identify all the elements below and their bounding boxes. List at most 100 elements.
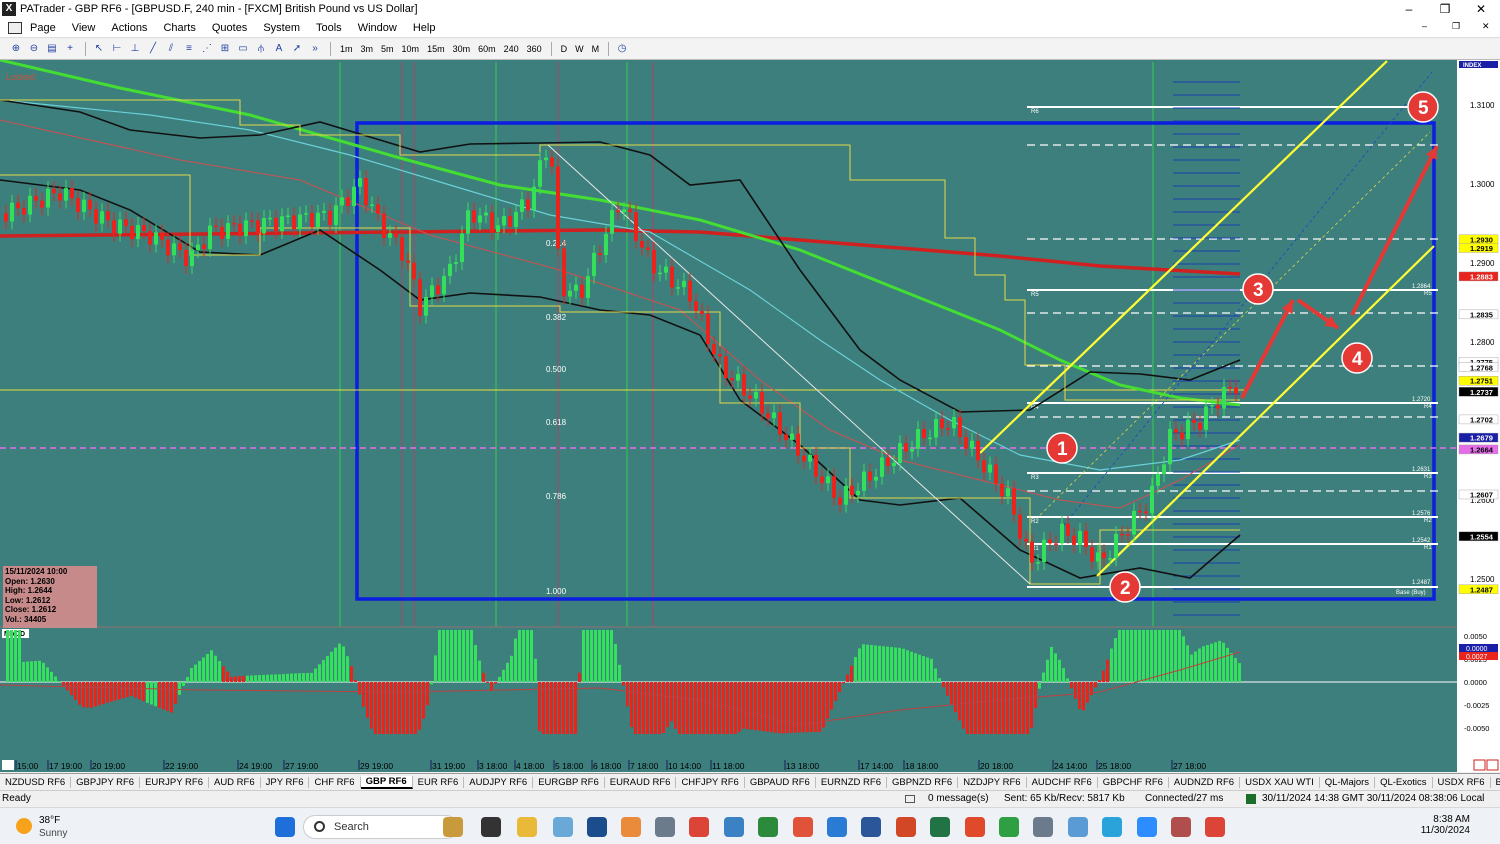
fib-fan-icon[interactable]: ⋰ [199, 42, 215, 56]
powerpoint-icon[interactable] [896, 817, 916, 837]
menu-actions[interactable]: Actions [103, 22, 155, 34]
price-chart[interactable]: INDEX1.31001.30001.29001.28001.27001.260… [0, 60, 1500, 772]
menu-help[interactable]: Help [405, 22, 444, 34]
timeframe-360[interactable]: 360 [527, 44, 542, 54]
menu-system[interactable]: System [255, 22, 308, 34]
weather-condition[interactable]: Sunny [39, 828, 67, 839]
tab-jpy-rf6[interactable]: JPY RF6 [261, 776, 310, 788]
trading-icon[interactable] [758, 817, 778, 837]
tab-eurgbp-rf6[interactable]: EURGBP RF6 [533, 776, 605, 788]
tab-chfjpy-rf6[interactable]: CHFJPY RF6 [676, 776, 745, 788]
timeframe-M[interactable]: M [592, 44, 600, 54]
mail-app-icon[interactable] [1171, 817, 1191, 837]
timeframe-10m[interactable]: 10m [402, 44, 420, 54]
tab-usdx-rf6[interactable]: USDX RF6 [1433, 776, 1491, 788]
tab-audnzd-rf6[interactable]: AUDNZD RF6 [1169, 776, 1241, 788]
app-s-blue-icon[interactable] [827, 817, 847, 837]
folder-icon[interactable] [517, 817, 537, 837]
tab-gbpaud-rf6[interactable]: GBPAUD RF6 [745, 776, 816, 788]
zoom-out-icon[interactable]: ⊖ [26, 42, 42, 56]
tab-gbpnzd-rf6[interactable]: GBPNZD RF6 [887, 776, 959, 788]
mdi-minimize-button[interactable]: – [1422, 21, 1427, 31]
cursor-icon[interactable]: ↖ [91, 42, 107, 56]
tab-usdx-xau-wti[interactable]: USDX XAU WTI [1240, 776, 1320, 788]
tab-eurnzd-rf6[interactable]: EURNZD RF6 [816, 776, 887, 788]
tab-audchf-rf6[interactable]: AUDCHF RF6 [1027, 776, 1098, 788]
timeframe-1m[interactable]: 1m [340, 44, 353, 54]
hline-icon[interactable]: ⊢ [109, 42, 125, 56]
excel-icon[interactable] [930, 817, 950, 837]
zoom-in-icon[interactable]: ⊕ [8, 42, 24, 56]
system-clock[interactable]: 8:38 AM 11/30/2024 [1421, 814, 1470, 836]
rectangle-icon[interactable]: ▭ [235, 42, 251, 56]
tab-gbp-rf6[interactable]: GBP RF6 [360, 775, 413, 789]
status-messages[interactable]: 0 message(s) [928, 793, 989, 804]
tab-nzdjpy-rf6[interactable]: NZDJPY RF6 [958, 776, 1027, 788]
gann-icon[interactable]: ⊞ [217, 42, 233, 56]
tab-ql-exotics[interactable]: QL-Exotics [1375, 776, 1433, 788]
menu-page[interactable]: Page [22, 22, 64, 34]
chart-area[interactable]: INDEX1.31001.30001.29001.28001.27001.260… [0, 60, 1500, 772]
crosshair-icon[interactable]: + [62, 42, 78, 56]
sun-icon[interactable] [16, 818, 32, 834]
text-icon[interactable]: A [271, 42, 287, 56]
start-icon[interactable] [275, 817, 295, 837]
pitchfork-icon[interactable]: ⫛ [253, 42, 269, 56]
tab-eur-rf6[interactable]: EUR RF6 [413, 776, 465, 788]
taskbar-search[interactable]: Search [303, 815, 458, 839]
tab-gbpchf-rf6[interactable]: GBPCHF RF6 [1098, 776, 1169, 788]
vline-icon[interactable]: ⊥ [127, 42, 143, 56]
app-s-red-icon[interactable] [793, 817, 813, 837]
chrome-icon[interactable] [689, 817, 709, 837]
zoom-icon[interactable] [1137, 817, 1157, 837]
tab-euraud-rf6[interactable]: EURAUD RF6 [605, 776, 677, 788]
terminal-icon[interactable] [481, 817, 501, 837]
menu-view[interactable]: View [64, 22, 104, 34]
notepad-icon[interactable] [724, 817, 744, 837]
word-icon[interactable] [861, 817, 881, 837]
tab-aud-rf6[interactable]: AUD RF6 [209, 776, 261, 788]
maximize-button[interactable]: ❐ [1427, 0, 1463, 18]
weather-temp[interactable]: 38°F [39, 815, 60, 826]
settings-icon[interactable] [1033, 817, 1053, 837]
arrow-icon[interactable]: ➚ [289, 42, 305, 56]
menu-window[interactable]: Window [350, 22, 405, 34]
minimize-button[interactable]: – [1391, 0, 1427, 18]
chart-icon[interactable]: ▤ [44, 42, 60, 56]
trendline-icon[interactable]: ╱ [145, 42, 161, 56]
app-c-green-icon[interactable] [999, 817, 1019, 837]
page-icon[interactable] [8, 21, 22, 34]
chart-app-icon[interactable] [553, 817, 573, 837]
menu-charts[interactable]: Charts [155, 22, 203, 34]
briefcase-icon[interactable] [443, 817, 463, 837]
menu-tools[interactable]: Tools [308, 22, 350, 34]
menu-quotes[interactable]: Quotes [204, 22, 255, 34]
tab-eurjpy-rf6[interactable]: EURJPY RF6 [140, 776, 209, 788]
timeframe-30m[interactable]: 30m [453, 44, 471, 54]
tab-ql-majors[interactable]: QL-Majors [1320, 776, 1376, 788]
fibonacci-icon[interactable]: ≡ [181, 42, 197, 56]
clock-sync-icon[interactable]: ◷ [614, 42, 630, 56]
timeframe-W[interactable]: W [575, 44, 584, 54]
timeframe-5m[interactable]: 5m [381, 44, 394, 54]
more-icon[interactable]: » [307, 42, 323, 56]
timeframe-3m[interactable]: 3m [361, 44, 374, 54]
telegram-icon[interactable] [1102, 817, 1122, 837]
tab-gbpjpy-rf6[interactable]: GBPJPY RF6 [71, 776, 141, 788]
channel-icon[interactable]: ⫽ [163, 42, 179, 56]
mdi-close-button[interactable]: ✕ [1482, 21, 1490, 32]
close-button[interactable]: ✕ [1463, 0, 1499, 18]
ic-app-icon[interactable] [587, 817, 607, 837]
chrome-alt-icon[interactable] [1205, 817, 1225, 837]
vpn-icon[interactable] [621, 817, 641, 837]
timeframe-15m[interactable]: 15m [427, 44, 445, 54]
timeframe-60m[interactable]: 60m [478, 44, 496, 54]
tab-audjpy-rf6[interactable]: AUDJPY RF6 [464, 776, 534, 788]
timeframe-D[interactable]: D [561, 44, 568, 54]
mdi-restore-button[interactable]: ❐ [1452, 21, 1460, 32]
timeframe-240[interactable]: 240 [504, 44, 519, 54]
calculator-icon[interactable] [655, 817, 675, 837]
tab-chf-rf6[interactable]: CHF RF6 [309, 776, 361, 788]
app-c-red-icon[interactable] [965, 817, 985, 837]
photos-icon[interactable] [1068, 817, 1088, 837]
